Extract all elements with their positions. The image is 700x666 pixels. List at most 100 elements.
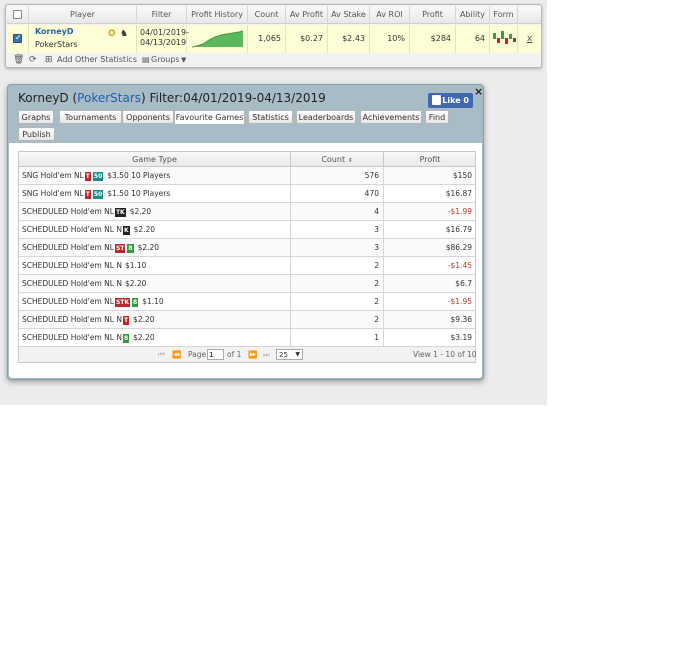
game-row[interactable]: SCHEDULED Hold'em NL TK $2.20 4 -$1.99 — [19, 203, 475, 221]
header-count[interactable]: Count — [321, 155, 345, 164]
rows-per-page-select[interactable]: 25 ▼ — [276, 349, 303, 360]
game-type-name: SCHEDULED Hold'em NL — [22, 297, 114, 306]
close-icon[interactable]: × — [474, 85, 483, 98]
game-row[interactable]: SCHEDULED Hold'em NL N K $2.20 3 $16.79 — [19, 221, 475, 239]
next-page-icon[interactable]: ⏩ — [248, 347, 257, 362]
facebook-like-button[interactable]: Like 0 — [428, 93, 473, 108]
game-badge: K — [122, 225, 130, 235]
profit-cell: $284 — [410, 25, 456, 53]
remove-player-button[interactable]: x — [527, 34, 532, 44]
medal-icon: ✪ — [108, 29, 116, 39]
game-type-name: SCHEDULED Hold'em NL N — [22, 333, 122, 342]
game-row[interactable]: SCHEDULED Hold'em NL N $2.20 2 $6.7 — [19, 275, 475, 293]
game-type-name: SNG Hold'em NL — [22, 189, 84, 198]
tab-leaderboards[interactable]: Leaderboards — [296, 110, 356, 124]
last-page-icon[interactable]: ⏭ — [263, 347, 270, 362]
player-site: PokerStars — [35, 40, 78, 49]
thumbs-up-icon — [432, 95, 441, 105]
games-table-header: Game Type Count ⬍ Profit — [19, 152, 475, 167]
game-count-cell: 2 — [290, 311, 383, 329]
header-profit[interactable]: Profit — [410, 6, 456, 24]
header-count[interactable]: Count — [248, 6, 286, 24]
game-count-cell: 576 — [290, 167, 383, 185]
dialog-title-filter: ) Filter:04/01/2019-04/13/2019 — [141, 91, 326, 105]
game-profit-cell: $150 — [383, 167, 476, 185]
game-badge: ST — [114, 243, 126, 253]
profit-history-cell[interactable] — [187, 25, 248, 53]
game-type-cell: SNG Hold'em NL T 50 $1.50 10 Players — [22, 185, 170, 203]
filter-to: 04/13/2019 — [140, 38, 187, 47]
game-row[interactable]: SCHEDULED Hold'em NL ST 8 $2.20 3 $86.29 — [19, 239, 475, 257]
filter-cell: 04/01/2019- 04/13/2019 — [137, 25, 189, 53]
game-row[interactable]: SCHEDULED Hold'em NL N $1.10 2 -$1.45 — [19, 257, 475, 275]
header-filter[interactable]: Filter — [137, 6, 187, 24]
header-form[interactable]: Form — [490, 6, 518, 24]
select-all-checkbox[interactable] — [13, 10, 22, 19]
tab-opponents[interactable]: Opponents — [122, 110, 174, 124]
game-count-cell: 3 — [290, 239, 383, 257]
select-all-cell[interactable] — [7, 6, 29, 24]
game-profit-cell: $16.87 — [383, 185, 476, 203]
game-count-cell: 1 — [290, 329, 383, 347]
first-page-icon[interactable]: ⏮ — [158, 347, 165, 362]
game-profit-cell: $9.36 — [383, 311, 476, 329]
tab-favourite-games[interactable]: Favourite Games — [174, 110, 245, 124]
game-stake: $2.20 — [133, 315, 155, 324]
trash-icon[interactable]: 🗑 — [13, 54, 24, 66]
row-checkbox[interactable] — [13, 33, 22, 43]
refresh-icon[interactable]: ⟳ — [29, 54, 37, 66]
header-count-cell[interactable]: Count ⬍ — [290, 152, 383, 167]
player-name-link[interactable]: KorneyD — [35, 27, 73, 36]
header-game-type[interactable]: Game Type — [19, 152, 290, 167]
tab-find[interactable]: Find — [425, 110, 449, 124]
header-remove — [518, 6, 541, 24]
tab-statistics[interactable]: Statistics — [248, 110, 293, 124]
header-av-profit[interactable]: Av Profit — [286, 6, 328, 24]
game-type-name: SCHEDULED Hold'em NL N — [22, 261, 122, 270]
prev-page-icon[interactable]: ⏪ — [172, 347, 181, 362]
game-profit-cell: -$1.45 — [383, 257, 476, 275]
page-number-input[interactable] — [207, 349, 224, 360]
game-type-cell: SCHEDULED Hold'em NL N T $2.20 — [22, 311, 155, 329]
row-select-cell[interactable] — [7, 25, 29, 53]
dialog-title-site[interactable]: PokerStars — [77, 91, 141, 105]
header-ability[interactable]: Ability — [456, 6, 490, 24]
header-profit-history[interactable]: Profit History — [187, 6, 248, 24]
sort-icon[interactable]: ⬍ — [348, 157, 353, 164]
game-stake: $1.10 — [142, 297, 164, 306]
game-type-name: SCHEDULED Hold'em NL — [22, 207, 114, 216]
game-row[interactable]: SCHEDULED Hold'em NL STK 8 $1.10 2 -$1.95 — [19, 293, 475, 311]
game-row[interactable]: SCHEDULED Hold'em NL N T $2.20 2 $9.36 — [19, 311, 475, 329]
game-count-cell: 3 — [290, 221, 383, 239]
game-badge: 8 — [122, 333, 130, 343]
pager-page-label: Page — [188, 350, 207, 359]
add-stats-button[interactable]: Add Other Statistics — [57, 54, 137, 66]
chevron-down-icon[interactable]: ▼ — [181, 54, 186, 66]
player-row[interactable]: KorneyD PokerStars ✪ ♞ 04/01/2019- 04/13… — [7, 25, 541, 53]
profit-history-sparkline[interactable] — [187, 25, 248, 53]
player-table: Player Filter Profit History Count Av Pr… — [7, 6, 541, 53]
header-player[interactable]: Player — [29, 6, 137, 24]
add-stats-icon: ⊞ — [45, 55, 53, 65]
game-stake: $3.50 10 Players — [107, 171, 171, 180]
game-badge: T — [122, 315, 130, 325]
tab-graphs[interactable]: Graphs — [18, 110, 54, 124]
tab-publish[interactable]: Publish — [18, 127, 55, 141]
header-game-profit[interactable]: Profit — [383, 152, 476, 167]
player-grid: Player Filter Profit History Count Av Pr… — [5, 4, 542, 68]
av-profit-cell: $0.27 — [286, 25, 328, 53]
game-count-cell: 4 — [290, 203, 383, 221]
game-row[interactable]: SNG Hold'em NL T 50 $1.50 10 Players 470 $16.… — [19, 185, 475, 203]
tab-achievements[interactable]: Achievements — [360, 110, 422, 124]
game-stake: $2.20 — [133, 225, 156, 234]
game-row[interactable]: SCHEDULED Hold'em NL N 8 $2.20 1 $3.19 — [19, 329, 475, 347]
groups-button[interactable]: Groups — [151, 54, 180, 66]
tab-tournaments[interactable]: Tournaments — [59, 110, 122, 124]
game-badge: TK — [114, 207, 126, 217]
header-av-roi[interactable]: Av ROI — [370, 6, 410, 24]
groups-icon: ▤ — [142, 55, 150, 64]
game-profit-cell: -$1.99 — [383, 203, 476, 221]
game-row[interactable]: SNG Hold'em NL T 50 $3.50 10 Players 576 $150 — [19, 167, 475, 185]
favourite-games-panel: Game Type Count ⬍ Profit SNG Hold'em NL T… — [9, 143, 482, 378]
header-av-stake[interactable]: Av Stake — [328, 6, 370, 24]
